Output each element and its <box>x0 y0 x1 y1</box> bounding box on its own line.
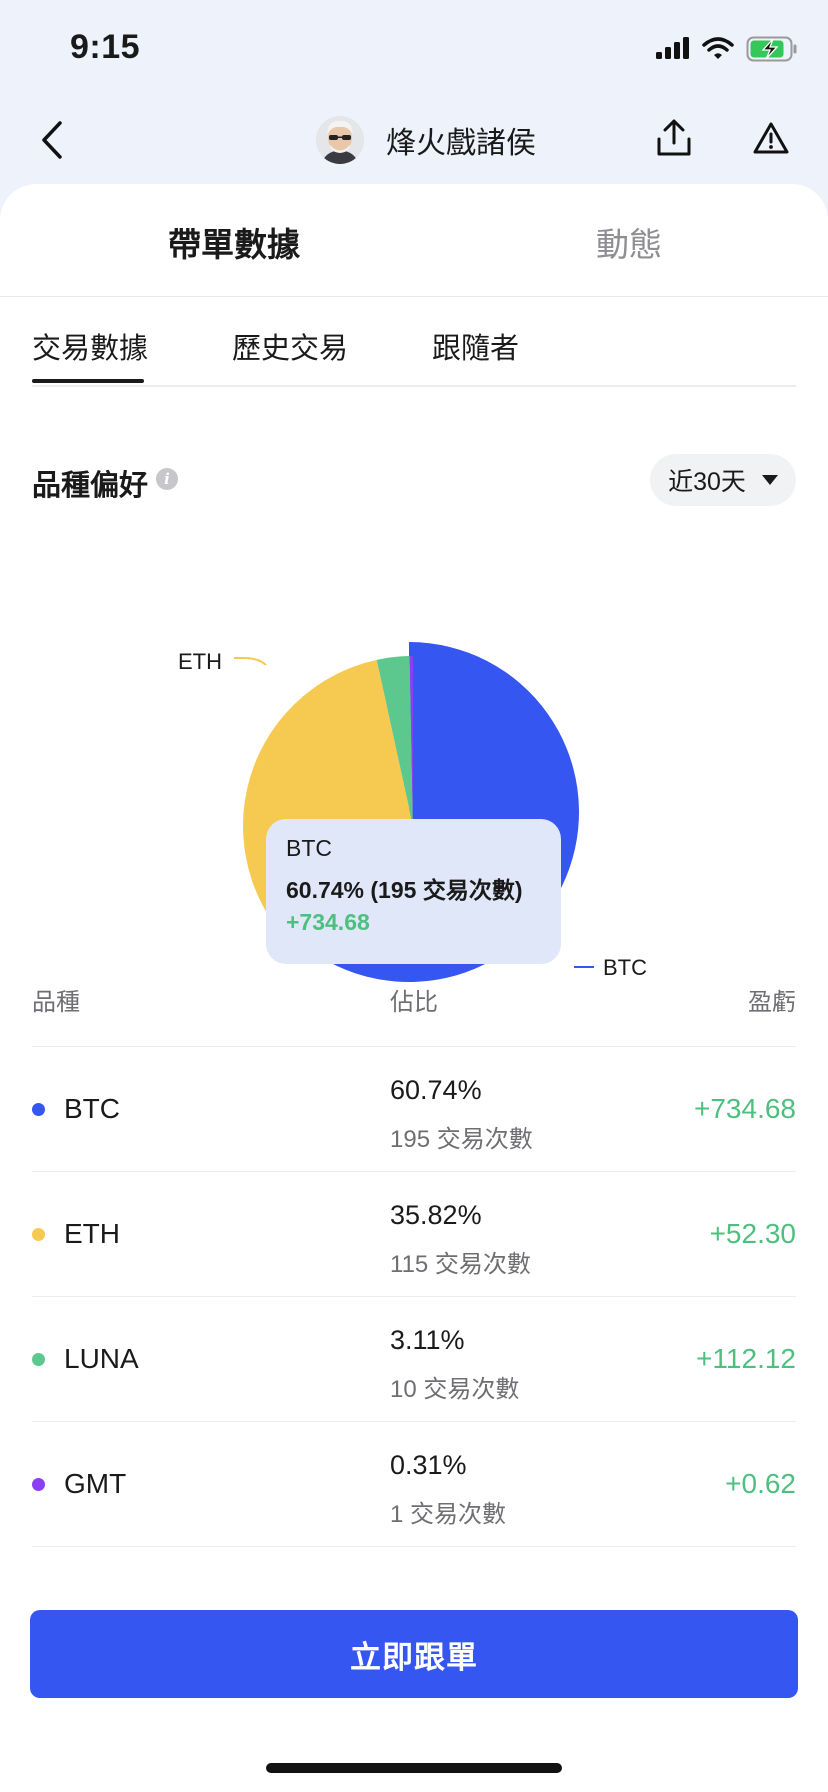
warning-icon <box>753 122 789 154</box>
chart-tooltip: BTC 60.74% (195 交易次數) +734.68 <box>266 819 561 964</box>
symbol-color-dot <box>32 1353 45 1366</box>
table-row: GMT 0.31% 1 交易次數 +0.62 <box>32 1422 796 1547</box>
report-button[interactable] <box>748 114 794 162</box>
symbol-color-dot <box>32 1228 45 1241</box>
symbol-pnl: +112.12 <box>696 1343 796 1374</box>
trader-name: 烽火戲諸侯 <box>386 127 536 160</box>
tab-copy-data[interactable]: 帶單數據 <box>168 218 300 266</box>
symbol-percent: 35.82% <box>390 1200 482 1230</box>
sub-tab-trade-data[interactable]: 交易數據 <box>32 325 148 367</box>
signal-icon <box>656 37 689 59</box>
content-sheet: 帶單數據 動態 交易數據 歷史交易 跟隨者 品種偏好 i 近30天 ETH BT… <box>0 184 828 1792</box>
symbol-color-dot <box>32 1103 45 1116</box>
table-row: ETH 35.82% 115 交易次數 +52.30 <box>32 1172 796 1297</box>
active-tab-underline <box>32 379 144 383</box>
trader-avatar-icon <box>316 116 364 164</box>
symbol-name: ETH <box>64 1218 120 1249</box>
share-button[interactable] <box>652 114 696 162</box>
header-symbol: 品種 <box>32 989 80 1016</box>
pie-label-eth: ETH <box>178 649 222 674</box>
symbol-name: BTC <box>64 1093 120 1124</box>
status-time: 9:15 <box>70 28 141 66</box>
back-icon <box>42 121 62 159</box>
back-button[interactable] <box>30 114 74 166</box>
copy-trade-button[interactable]: 立即跟單 <box>30 1610 798 1698</box>
wifi-icon <box>702 37 734 59</box>
top-tabs: 帶單數據 動態 <box>0 184 828 297</box>
trader-header[interactable]: 烽火戲諸侯 <box>316 112 536 168</box>
symbol-trade-count: 10 交易次數 <box>390 1376 520 1403</box>
avatar[interactable] <box>316 116 364 164</box>
symbol-trade-count: 1 交易次數 <box>390 1501 507 1528</box>
symbol-trade-count: 195 交易次數 <box>390 1126 533 1153</box>
symbol-color-dot <box>32 1478 45 1491</box>
status-bar: 9:15 <box>0 0 828 100</box>
pie-label-btc: BTC <box>603 955 647 980</box>
share-icon <box>657 119 691 156</box>
tab-activity[interactable]: 動態 <box>596 218 662 266</box>
period-dropdown[interactable]: 近30天 <box>650 454 796 506</box>
symbol-name: LUNA <box>64 1343 139 1374</box>
tooltip-percent-trades: 60.74% (195 交易次數) <box>286 877 523 903</box>
symbol-percent: 60.74% <box>390 1075 482 1105</box>
symbol-trade-count: 115 交易次數 <box>390 1251 531 1278</box>
tooltip-symbol: BTC <box>286 835 332 861</box>
home-indicator <box>266 1763 562 1773</box>
symbol-pnl: +734.68 <box>694 1093 796 1124</box>
nav-bar: 烽火戲諸侯 <box>0 100 828 180</box>
sub-tab-trade-history[interactable]: 歷史交易 <box>232 325 348 367</box>
symbol-pnl: +0.62 <box>725 1468 796 1499</box>
symbol-pnl: +52.30 <box>709 1218 796 1249</box>
sub-tabs: 交易數據 歷史交易 跟隨者 <box>32 297 796 387</box>
symbol-name: GMT <box>64 1468 127 1499</box>
tooltip-pnl: +734.68 <box>286 909 370 935</box>
table-row: LUNA 3.11% 10 交易次數 +112.12 <box>32 1297 796 1422</box>
table-header: 品種 佔比 盈虧 <box>32 982 796 1047</box>
period-label: 近30天 <box>668 468 746 496</box>
symbol-percent: 3.11% <box>390 1325 465 1355</box>
sub-tab-followers[interactable]: 跟隨者 <box>432 325 519 367</box>
eth-label-leader-line <box>234 657 267 666</box>
symbol-percent: 0.31% <box>390 1450 467 1480</box>
battery-charging-icon <box>746 36 797 62</box>
info-icon[interactable]: i <box>156 468 178 490</box>
header-pnl: 盈虧 <box>748 989 796 1016</box>
section-title: 品種偏好 <box>32 470 149 502</box>
status-icons <box>656 34 798 64</box>
header-share: 佔比 <box>390 989 438 1016</box>
table-row: BTC 60.74% 195 交易次數 +734.68 <box>32 1047 796 1172</box>
caret-down-icon <box>761 475 778 485</box>
